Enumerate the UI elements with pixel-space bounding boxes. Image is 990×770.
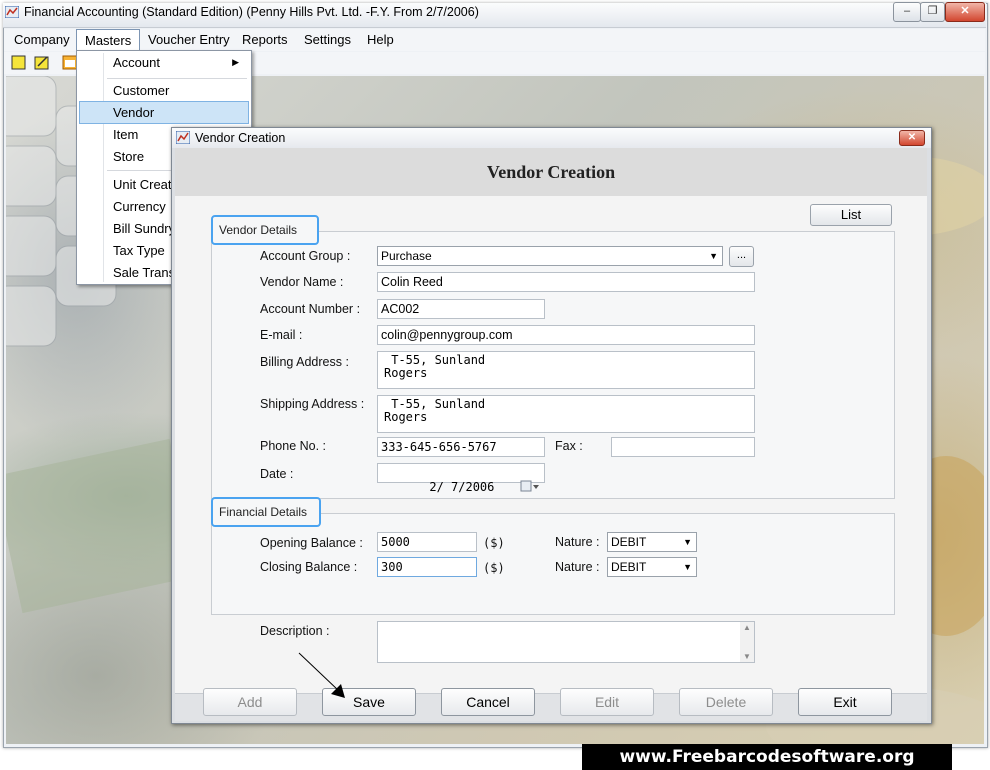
calendar-dropdown-icon[interactable] (462, 465, 540, 510)
menu-vendor[interactable]: Vendor (79, 101, 249, 124)
email-label: E-mail : (260, 328, 303, 342)
account-group-label: Account Group : (260, 249, 351, 263)
closing-balance-field[interactable]: 300 (377, 557, 477, 577)
closing-balance-unit: ($) (483, 561, 505, 575)
closing-nature-select[interactable]: DEBIT ▼ (607, 557, 697, 577)
maximize-button[interactable]: ❐ (920, 2, 945, 22)
dialog-icon (175, 130, 191, 147)
dropdown-arrow-icon: ▼ (683, 537, 692, 547)
new-document-icon[interactable] (11, 54, 27, 70)
delete-button[interactable]: Delete (679, 688, 773, 716)
opening-nature-select[interactable]: DEBIT ▼ (607, 532, 697, 552)
submenu-arrow-icon: ▶ (232, 57, 239, 67)
app-icon (4, 5, 20, 19)
menu-masters[interactable]: Masters (76, 29, 141, 51)
window-title: Financial Accounting (Standard Edition) … (24, 5, 479, 19)
opening-balance-label: Opening Balance : (260, 536, 363, 550)
opening-balance-field[interactable]: 5000 (377, 532, 477, 552)
account-number-field[interactable]: AC002 (377, 299, 545, 319)
account-group-browse-button[interactable]: ... (729, 246, 754, 267)
close-button[interactable]: ✕ (945, 2, 985, 22)
edit-button[interactable]: Edit (560, 688, 654, 716)
menu-help[interactable]: Help (359, 29, 402, 51)
edit-document-icon[interactable] (34, 54, 50, 70)
description-label: Description : (260, 624, 330, 638)
scroll-down-icon: ▼ (743, 652, 751, 661)
opening-nature-label: Nature : (555, 535, 600, 549)
dropdown-arrow-icon: ▼ (683, 562, 692, 572)
shipping-address-label: Shipping Address : (260, 397, 365, 411)
vendor-name-label: Vendor Name : (260, 275, 344, 289)
menu-customer[interactable]: Customer (79, 80, 247, 101)
vendor-name-field[interactable]: Colin Reed (377, 272, 755, 292)
phone-label: Phone No. : (260, 439, 327, 453)
date-label: Date : (260, 467, 294, 481)
closing-nature-label: Nature : (555, 560, 600, 574)
account-group-select[interactable]: Purchase ▼ (377, 246, 723, 266)
exit-button[interactable]: Exit (798, 688, 892, 716)
shipping-address-field[interactable]: T-55, Sunland Rogers (377, 395, 755, 433)
closing-balance-label: Closing Balance : (260, 560, 358, 574)
description-field[interactable] (377, 621, 755, 663)
fax-field[interactable] (611, 437, 755, 457)
account-number-label: Account Number : (260, 302, 361, 316)
add-button[interactable]: Add (203, 688, 297, 716)
date-picker[interactable]: 2/ 7/2006 (377, 463, 545, 494)
vendor-details-tab: Vendor Details (211, 215, 319, 245)
dialog-close-button[interactable]: ✕ (899, 130, 925, 146)
pointer-arrow (298, 652, 345, 698)
menu-settings[interactable]: Settings (296, 29, 359, 51)
dropdown-arrow-icon: ▼ (709, 251, 718, 261)
billing-address-field[interactable]: T-55, Sunland Rogers (377, 351, 755, 389)
menu-voucher-entry[interactable]: Voucher Entry (140, 29, 238, 51)
phone-field[interactable]: 333-645-656-5767 (377, 437, 545, 457)
dialog-heading: Vendor Creation (486, 162, 616, 182)
billing-address-label: Billing Address : (260, 355, 349, 369)
vendor-creation-dialog: Vendor Creation ✕ Vendor Creation List V… (171, 127, 932, 724)
opening-balance-unit: ($) (483, 536, 505, 550)
menu-reports[interactable]: Reports (234, 29, 296, 51)
dialog-title-bar: Vendor Creation ✕ (172, 128, 931, 148)
email-field[interactable]: colin@pennygroup.com (377, 325, 755, 345)
minimize-button[interactable]: – (893, 2, 921, 22)
description-scrollbar[interactable]: ▲ ▼ (740, 622, 754, 662)
dialog-header: Vendor Creation (175, 148, 927, 196)
fax-label: Fax : (555, 439, 583, 453)
menu-company[interactable]: Company (6, 29, 78, 51)
dialog-title: Vendor Creation (195, 131, 286, 145)
cancel-button[interactable]: Cancel (441, 688, 535, 716)
dialog-body: Vendor Creation List Vendor Details Acco… (175, 148, 927, 721)
watermark-banner: www.Freebarcodesoftware.org (582, 744, 952, 770)
financial-details-tab: Financial Details (211, 497, 321, 527)
menu-account[interactable]: Account ▶ (79, 52, 247, 73)
scroll-up-icon: ▲ (743, 623, 751, 632)
list-button[interactable]: List (810, 204, 892, 226)
